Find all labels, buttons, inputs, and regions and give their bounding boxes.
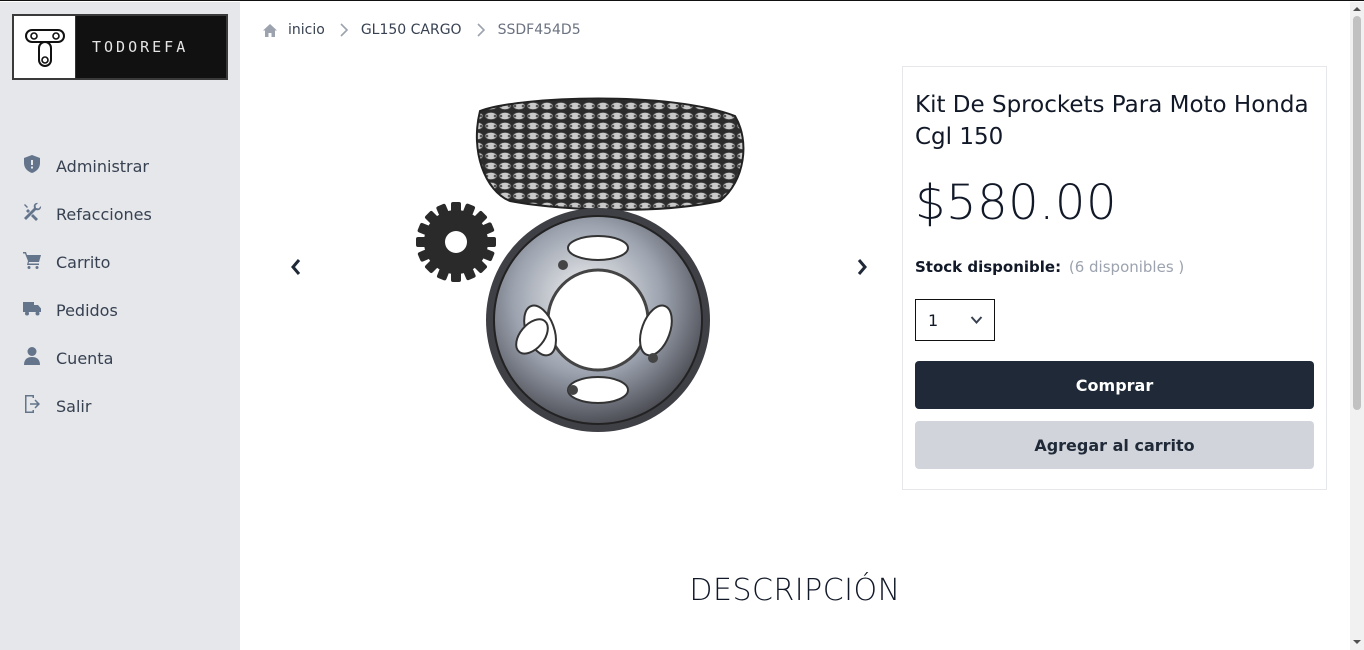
sidebar-item-cuenta[interactable]: Cuenta	[0, 334, 240, 382]
product-price: $580.00	[915, 175, 1117, 231]
breadcrumb-category[interactable]: GL150 CARGO	[361, 22, 462, 38]
breadcrumb-current: SSDF454D5	[497, 22, 581, 38]
stock-value: (6 disponibles )	[1068, 258, 1185, 276]
user-icon	[22, 346, 42, 370]
brand-name: TODOREFA	[92, 38, 189, 56]
sidebar-nav: Administrar Refacciones Carrito Pedidos …	[0, 142, 240, 430]
gallery-prev-button[interactable]	[284, 257, 308, 281]
sidebar-item-label: Carrito	[56, 252, 111, 272]
scroll-down-icon[interactable]	[1353, 638, 1361, 646]
sidebar-item-salir[interactable]: Salir	[0, 382, 240, 430]
buy-button[interactable]: Comprar	[915, 361, 1314, 409]
sidebar-item-label: Administrar	[56, 156, 150, 176]
sidebar-item-refacciones[interactable]: Refacciones	[0, 190, 240, 238]
product-image	[416, 97, 745, 432]
sidebar-item-label: Cuenta	[56, 348, 114, 368]
stock-info: Stock disponible: (6 disponibles )	[915, 258, 1184, 276]
sidebar-item-pedidos[interactable]: Pedidos	[0, 286, 240, 334]
sidebar-item-label: Pedidos	[56, 300, 118, 320]
shield-icon	[22, 154, 42, 178]
chevron-right-icon	[476, 23, 486, 37]
logout-icon	[22, 394, 42, 418]
tools-icon	[22, 202, 42, 226]
chevron-left-icon	[290, 258, 302, 280]
quantity-select[interactable]: 1	[915, 299, 995, 341]
sidebar-item-label: Refacciones	[56, 204, 152, 224]
cart-icon	[22, 250, 42, 274]
chevron-right-icon	[856, 258, 868, 280]
logo-mark-icon	[14, 16, 76, 78]
quantity-value: 1	[928, 310, 939, 330]
description-heading: DESCRIPCIÓN	[689, 573, 901, 608]
stock-label: Stock disponible:	[915, 258, 1062, 276]
breadcrumb: inicio GL150 CARGO SSDF454D5	[263, 22, 581, 38]
breadcrumb-home[interactable]: inicio	[288, 22, 325, 38]
gallery-next-button[interactable]	[850, 257, 874, 281]
page-scrollbar[interactable]	[1350, 2, 1364, 650]
product-panel: Kit De Sprockets Para Moto Honda Cgl 150…	[902, 66, 1327, 490]
chevron-right-icon	[339, 23, 349, 37]
product-gallery	[270, 71, 880, 471]
sidebar-item-carrito[interactable]: Carrito	[0, 238, 240, 286]
brand-logo[interactable]: TODOREFA	[12, 14, 228, 80]
home-icon[interactable]	[263, 23, 277, 37]
add-to-cart-button[interactable]: Agregar al carrito	[915, 421, 1314, 469]
product-title: Kit De Sprockets Para Moto Honda Cgl 150	[915, 92, 1309, 150]
scroll-thumb[interactable]	[1353, 16, 1361, 410]
truck-icon	[22, 298, 42, 322]
sidebar: TODOREFA Administrar Refacciones Carrito…	[0, 2, 240, 650]
sidebar-item-label: Salir	[56, 396, 92, 416]
sidebar-item-administrar[interactable]: Administrar	[0, 142, 240, 190]
scroll-up-icon[interactable]	[1353, 5, 1361, 13]
